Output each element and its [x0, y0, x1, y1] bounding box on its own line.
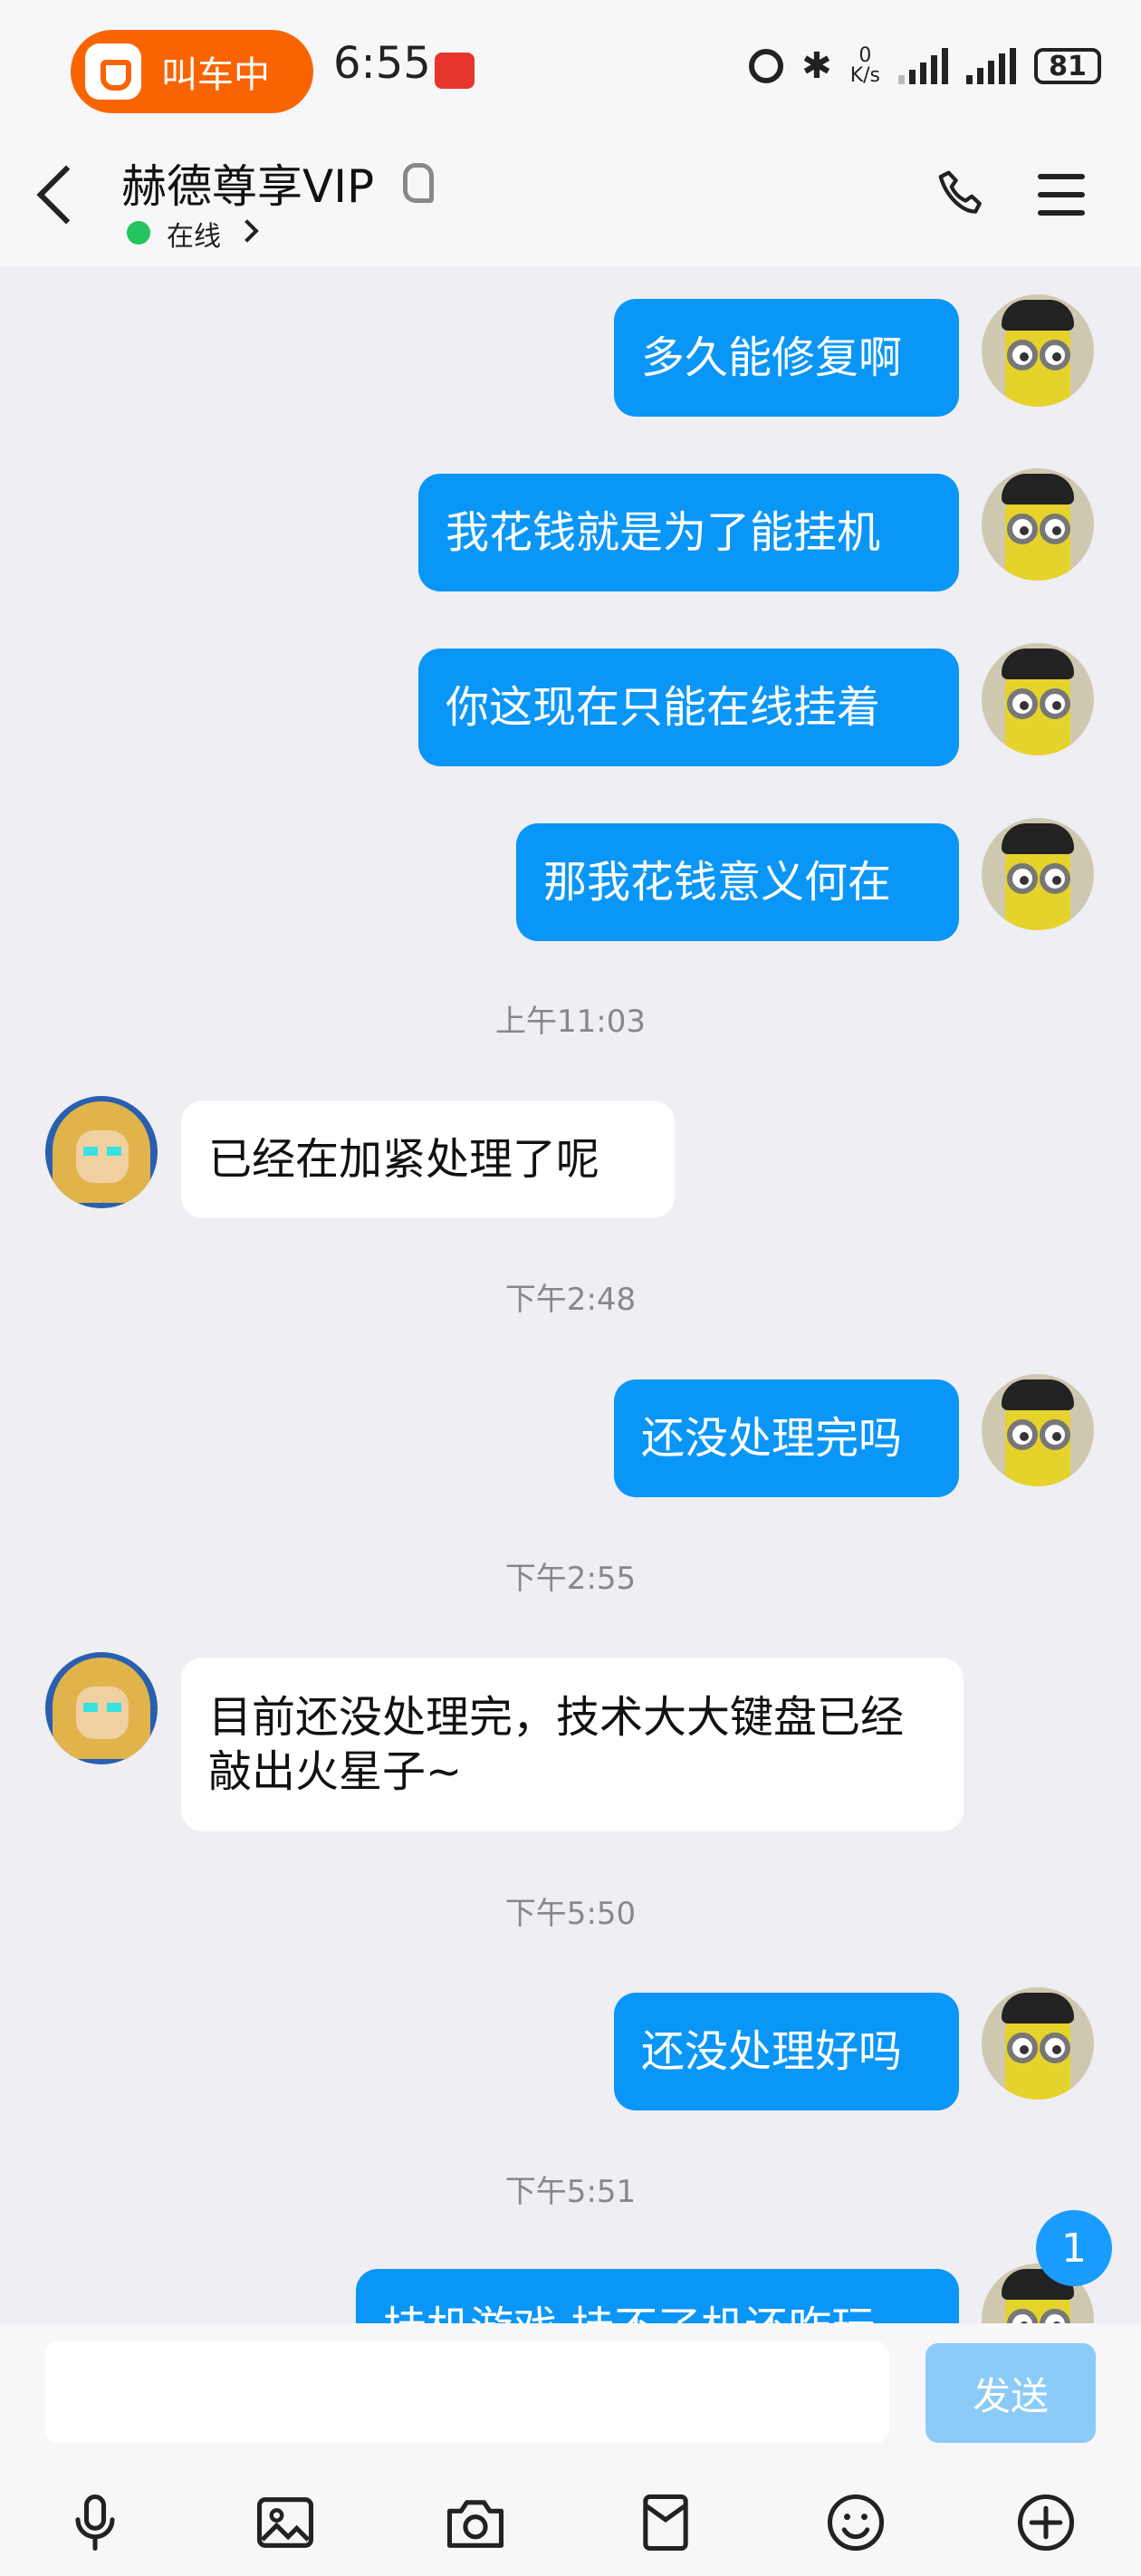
- my-avatar[interactable]: [982, 1374, 1094, 1486]
- didi-pill-label: 叫车中: [161, 54, 270, 96]
- outgoing-message-bubble[interactable]: 还没处理好吗: [614, 1993, 959, 2110]
- online-status[interactable]: 在线: [167, 214, 221, 254]
- image-icon[interactable]: [244, 2482, 326, 2563]
- timestamp: 下午2:55: [504, 1561, 637, 1597]
- status-bar: 叫车中 6:55 ✱ 0 K/s 81: [0, 0, 1141, 136]
- timestamp: 下午5:50: [504, 1896, 637, 1932]
- message-text: 多久能修复啊: [641, 332, 903, 383]
- my-avatar[interactable]: [982, 818, 1094, 930]
- alarm-icon: [749, 49, 784, 83]
- message-text: 已经在加紧处理了呢: [208, 1134, 600, 1185]
- outgoing-message-bubble[interactable]: 你这现在只能在线挂着: [418, 649, 959, 766]
- didi-icon: [85, 43, 141, 100]
- message-text: 挂机游戏 挂不了机还咋玩: [383, 2301, 875, 2323]
- phone-icon[interactable]: [933, 167, 991, 238]
- battery-icon: 81: [1034, 48, 1101, 84]
- microphone-icon[interactable]: [54, 2482, 136, 2563]
- my-avatar[interactable]: [982, 468, 1094, 581]
- signal-icon-2: [966, 48, 1016, 84]
- net-speed: 0 K/s: [850, 46, 880, 86]
- incoming-message-bubble[interactable]: 目前还没处理完，技术大大键盘已经敲出火星子~: [181, 1658, 964, 1831]
- timestamp: 下午5:51: [504, 2174, 637, 2210]
- chat-title: 赫德尊享VIP: [121, 160, 375, 213]
- unread-count-badge[interactable]: 1: [1036, 2210, 1112, 2286]
- app-notification-icon: [435, 53, 475, 89]
- net-speed-value: 0: [858, 44, 872, 67]
- toolbar: [0, 2477, 1141, 2568]
- bluetooth-icon: ✱: [801, 45, 832, 87]
- message-text: 我花钱就是为了能挂机: [446, 507, 881, 558]
- outgoing-message-bubble[interactable]: 那我花钱意义何在: [516, 823, 959, 941]
- outgoing-message-bubble[interactable]: 我花钱就是为了能挂机: [418, 474, 959, 591]
- message-text: 那我花钱意义何在: [543, 857, 892, 908]
- didi-ride-pill[interactable]: 叫车中: [71, 30, 313, 113]
- chat-header: 赫德尊享VIP 在线: [0, 136, 1141, 267]
- chevron-right-icon[interactable]: [235, 219, 259, 243]
- outgoing-message-bubble[interactable]: 还没处理完吗: [614, 1379, 959, 1497]
- status-time: 6:55: [333, 38, 431, 89]
- camera-icon[interactable]: [435, 2482, 516, 2563]
- signal-icon-1: [898, 48, 948, 84]
- timestamp: 下午2:48: [504, 1282, 637, 1318]
- online-status-dot: [127, 221, 150, 245]
- message-text: 还没处理好吗: [641, 2026, 903, 2077]
- send-button[interactable]: 发送: [925, 2343, 1096, 2443]
- message-text: 还没处理完吗: [641, 1413, 903, 1464]
- incoming-message-bubble[interactable]: 已经在加紧处理了呢: [181, 1101, 675, 1218]
- menu-icon[interactable]: [1038, 174, 1085, 228]
- my-avatar[interactable]: [982, 643, 1094, 755]
- emoji-icon[interactable]: [815, 2482, 896, 2563]
- message-list[interactable]: 多久能修复啊 我花钱就是为了能挂机 你这现在只能在线挂着 那我花钱意义何在 上午…: [0, 267, 1141, 2323]
- battery-level: 81: [1049, 50, 1087, 82]
- my-avatar[interactable]: [982, 1987, 1094, 2100]
- agent-avatar[interactable]: [45, 1096, 158, 1208]
- file-icon[interactable]: [625, 2482, 706, 2563]
- back-icon[interactable]: [36, 165, 96, 225]
- timestamp: 上午11:03: [495, 1004, 646, 1040]
- message-text: 你这现在只能在线挂着: [446, 682, 881, 733]
- outgoing-message-bubble[interactable]: 多久能修复啊: [614, 299, 959, 417]
- agent-avatar[interactable]: [45, 1652, 158, 1764]
- status-icons: ✱ 0 K/s 81: [749, 45, 1101, 87]
- net-speed-unit: K/s: [849, 64, 880, 87]
- my-avatar[interactable]: [982, 294, 1094, 407]
- ear-icon[interactable]: [403, 163, 434, 203]
- input-bar: 发送: [0, 2323, 1141, 2576]
- outgoing-message-bubble[interactable]: 挂机游戏 挂不了机还咋玩: [356, 2269, 959, 2323]
- plus-icon[interactable]: [1005, 2482, 1087, 2563]
- message-input[interactable]: [45, 2341, 889, 2443]
- message-text: 目前还没处理完，技术大大键盘已经敲出火星子~: [208, 1692, 905, 1797]
